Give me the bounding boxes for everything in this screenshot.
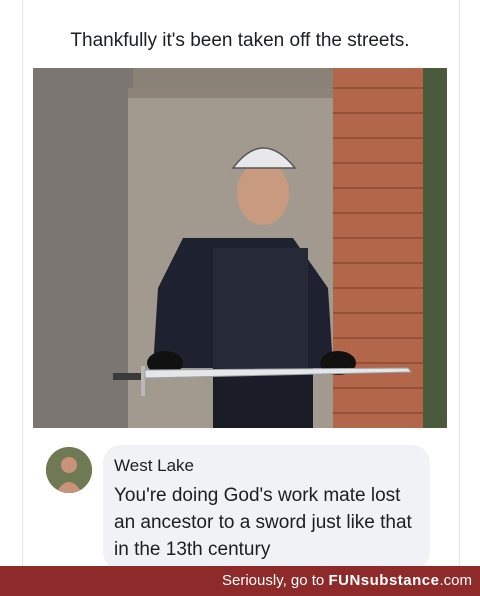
officer-trousers: [213, 368, 313, 428]
background-foliage: [423, 68, 447, 428]
officer-vest: [213, 248, 308, 368]
footer-prefix: Seriously, go to: [222, 572, 329, 589]
door-frame: [128, 88, 338, 98]
brick-wall: [333, 68, 423, 428]
police-officer-sword-image: [33, 68, 447, 428]
officer-face: [237, 161, 289, 225]
post-photo[interactable]: [33, 68, 447, 428]
user-avatar-icon: [46, 447, 92, 493]
sword-guard: [141, 366, 145, 396]
footer-brand[interactable]: FUNsubstance: [328, 572, 439, 589]
footer-suffix: .com: [439, 572, 472, 589]
watermark-footer: Seriously, go to FUNsubstance.com: [0, 566, 480, 596]
post-caption: Thankfully it's been taken off the stree…: [70, 30, 410, 51]
comment-bubble: West Lake You're doing God's work mate l…: [103, 445, 430, 570]
comment-author[interactable]: West Lake: [114, 456, 194, 476]
comment-text: You're doing God's work mate lost an anc…: [114, 485, 412, 560]
commenter-avatar[interactable]: [46, 447, 92, 493]
sword-hilt: [113, 373, 143, 380]
